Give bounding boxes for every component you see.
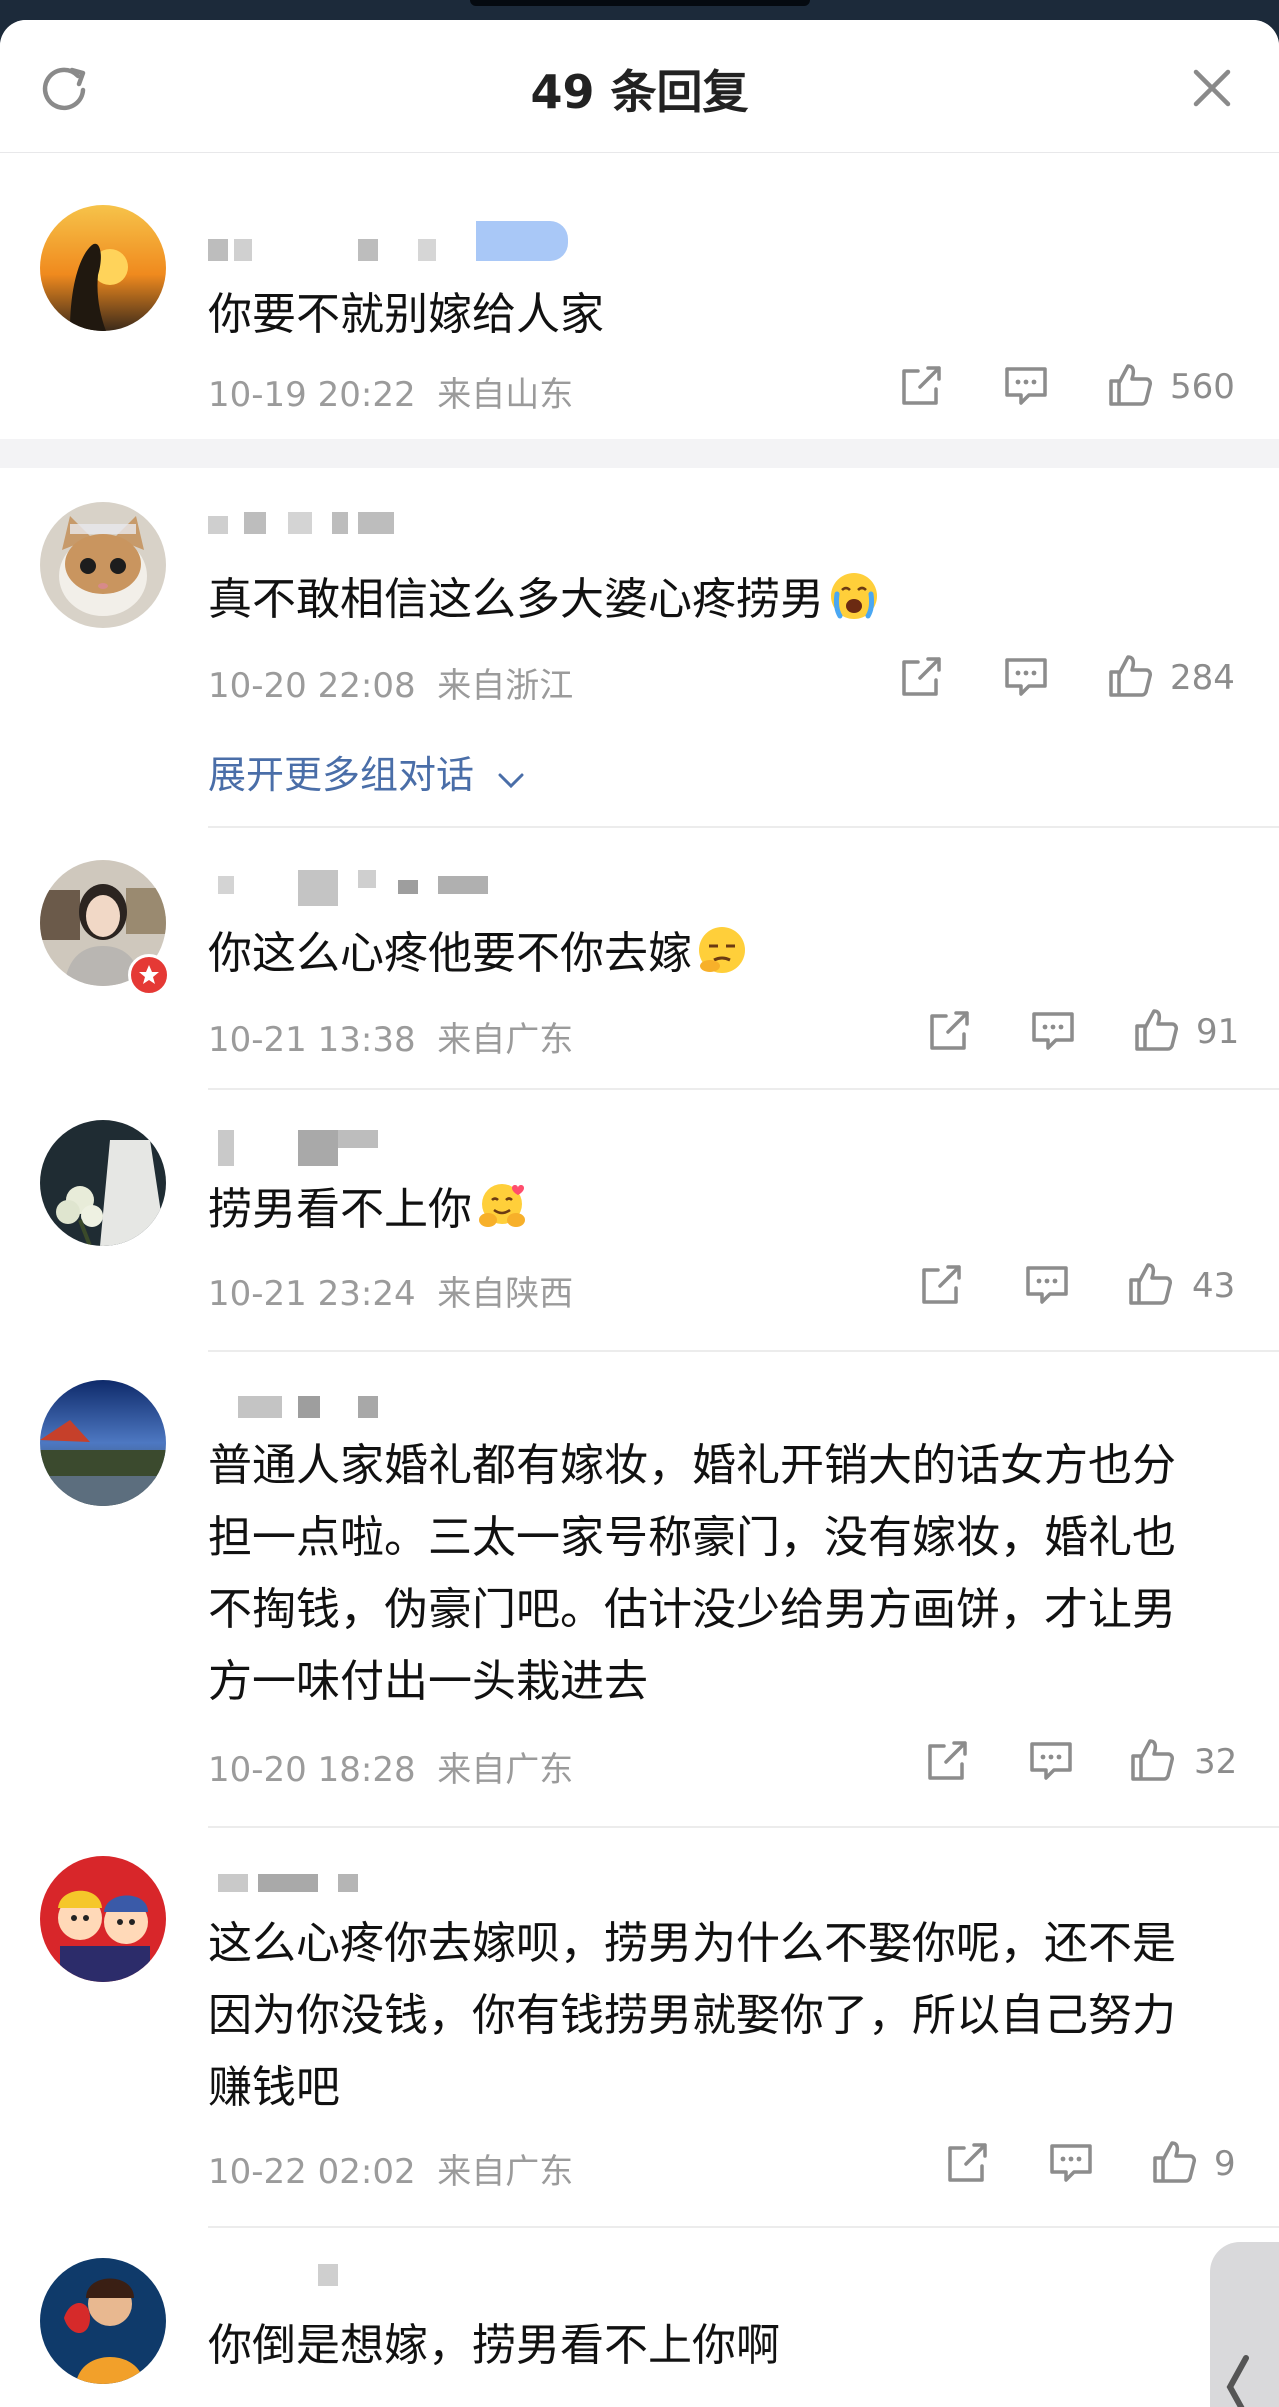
page-title: 49 条回复 <box>530 65 749 119</box>
like-count: 32 <box>1194 1742 1238 1782</box>
comment-location: 来自陕西 <box>437 1274 574 1314</box>
like-count: 284 <box>1170 658 1235 698</box>
comment-meta: 10-22 02:02 来自广东 <box>208 2144 573 2193</box>
comment-icon[interactable] <box>1048 2142 1094 2192</box>
list-item: 真不敢相信这么多大婆心疼捞男 10-20 22:08 来自浙江 284 展开更多… <box>0 468 1279 828</box>
avatar[interactable] <box>40 1380 166 1506</box>
username-blurred <box>208 221 568 261</box>
comment-time: 10-21 13:38 <box>208 1020 416 1060</box>
comment-text: 你这么心疼他要不你去嫁 <box>208 928 692 979</box>
comment-meta: 10-21 23:24 来自陕西 <box>208 1266 573 1315</box>
comment-meta: 10-21 13:38 来自广东 <box>208 1012 573 1061</box>
share-icon[interactable] <box>918 1262 964 1312</box>
verified-badge-icon <box>128 954 170 996</box>
comment-text: 普通人家婚礼都有嫁妆，婚礼开销大的话女方也分担一点啦。三太一家号称豪门，没有嫁妆… <box>208 1440 1176 1707</box>
share-icon[interactable] <box>944 2140 990 2190</box>
comment-location: 来自山东 <box>437 375 574 415</box>
comment-text: 捞男看不上你 <box>208 1184 472 1235</box>
comment-text: 你要不就别嫁给人家 <box>208 289 604 340</box>
chevron-left-icon <box>1222 2352 1252 2407</box>
comment-icon[interactable] <box>1003 656 1049 706</box>
like-count: 560 <box>1170 367 1235 407</box>
chevron-down-icon <box>496 756 526 800</box>
thumbs-up-icon[interactable] <box>1106 652 1154 702</box>
comment-time: 10-21 23:24 <box>208 1274 416 1314</box>
like-count: 91 <box>1196 1012 1240 1052</box>
comment-text: 你倒是想嫁，捞男看不上你啊 <box>208 2320 780 2371</box>
username-blurred <box>208 512 428 534</box>
thumbs-up-icon[interactable] <box>1128 1736 1176 1786</box>
thumbs-up-icon[interactable] <box>1106 361 1154 411</box>
share-icon[interactable] <box>924 1738 970 1788</box>
like-count: 43 <box>1192 1266 1236 1306</box>
list-item: 这么心疼你去嫁呗，捞男为什么不娶你呢，还不是因为你没钱，你有钱捞男就娶你了，所以… <box>0 1828 1279 2228</box>
sheet-header: 49 条回复 <box>0 20 1279 154</box>
replies-sheet: 49 条回复 你要不就别嫁给人家 10-19 20:22 来自山东 560 真不… <box>0 20 1279 2407</box>
avatar[interactable] <box>40 502 166 628</box>
comment-time: 10-22 02:02 <box>208 2152 416 2192</box>
thumbs-up-icon[interactable] <box>1132 1006 1180 1056</box>
thumbs-up-icon[interactable] <box>1150 2138 1198 2188</box>
comment-icon[interactable] <box>1003 365 1049 415</box>
comment-time: 10-20 18:28 <box>208 1750 416 1790</box>
comment-location: 来自广东 <box>437 1020 574 1060</box>
like-count: 9 <box>1214 2144 1236 2184</box>
list-item: 捞男看不上你 10-21 23:24 来自陕西 43 <box>0 1090 1279 1352</box>
username-blurred <box>208 870 488 906</box>
list-item: 你这么心疼他要不你去嫁 10-21 13:38 来自广东 91 <box>0 828 1279 1090</box>
thumbs-up-icon[interactable] <box>1126 1260 1174 1310</box>
status-bar-notch <box>470 0 810 6</box>
comment-text: 真不敢相信这么多大婆心疼捞男 <box>208 574 824 625</box>
side-collapse-tab[interactable] <box>1210 2242 1279 2407</box>
root-comment: 你要不就别嫁给人家 10-19 20:22 来自山东 560 <box>0 153 1279 439</box>
comment-meta: 10-19 20:22 来自山东 <box>208 367 573 416</box>
comment-text-row: 真不敢相信这么多大婆心疼捞男 <box>208 564 1218 636</box>
comment-icon[interactable] <box>1024 1264 1070 1314</box>
comment-meta: 10-20 22:08 来自浙江 <box>208 658 573 707</box>
comment-time: 10-19 20:22 <box>208 375 416 415</box>
close-icon[interactable] <box>1188 64 1236 112</box>
comment-icon[interactable] <box>1030 1010 1076 1060</box>
comment-text-row: 捞男看不上你 <box>208 1174 1218 1246</box>
avatar[interactable] <box>40 1856 166 1982</box>
expand-label: 展开更多组对话 <box>208 753 475 797</box>
hug-emoji-icon <box>476 1180 528 1232</box>
comment-icon[interactable] <box>1028 1740 1074 1790</box>
share-icon[interactable] <box>898 654 944 704</box>
comment-location: 来自浙江 <box>437 666 574 706</box>
crying-emoji-icon <box>828 570 880 622</box>
avatar[interactable] <box>40 2258 166 2384</box>
expand-conversation-link[interactable]: 展开更多组对话 <box>208 744 526 800</box>
thinking-emoji-icon <box>696 924 748 976</box>
avatar[interactable] <box>40 205 166 331</box>
comment-meta: 10-20 18:28 来自广东 <box>208 1742 573 1791</box>
comment-time: 10-20 22:08 <box>208 666 416 706</box>
list-item: 你倒是想嫁，捞男看不上你啊 <box>0 2228 1279 2407</box>
username-blurred <box>208 1392 378 1418</box>
comment-location: 来自广东 <box>437 2152 574 2192</box>
avatar[interactable] <box>40 1120 166 1246</box>
share-icon[interactable] <box>926 1008 972 1058</box>
reply-list: 真不敢相信这么多大婆心疼捞男 10-20 22:08 来自浙江 284 展开更多… <box>0 468 1279 2407</box>
comment-text-row: 你这么心疼他要不你去嫁 <box>208 918 1218 990</box>
comment-text: 这么心疼你去嫁呗，捞男为什么不娶你呢，还不是因为你没钱，你有钱捞男就娶你了，所以… <box>208 1918 1176 2113</box>
share-icon[interactable] <box>898 363 944 413</box>
comment-location: 来自广东 <box>437 1750 574 1790</box>
list-item: 普通人家婚礼都有嫁妆，婚礼开销大的话女方也分担一点啦。三太一家号称豪门，没有嫁妆… <box>0 1352 1279 1828</box>
username-blurred <box>208 1874 358 1896</box>
username-blurred <box>208 1130 378 1166</box>
username-blurred <box>208 2264 338 2286</box>
